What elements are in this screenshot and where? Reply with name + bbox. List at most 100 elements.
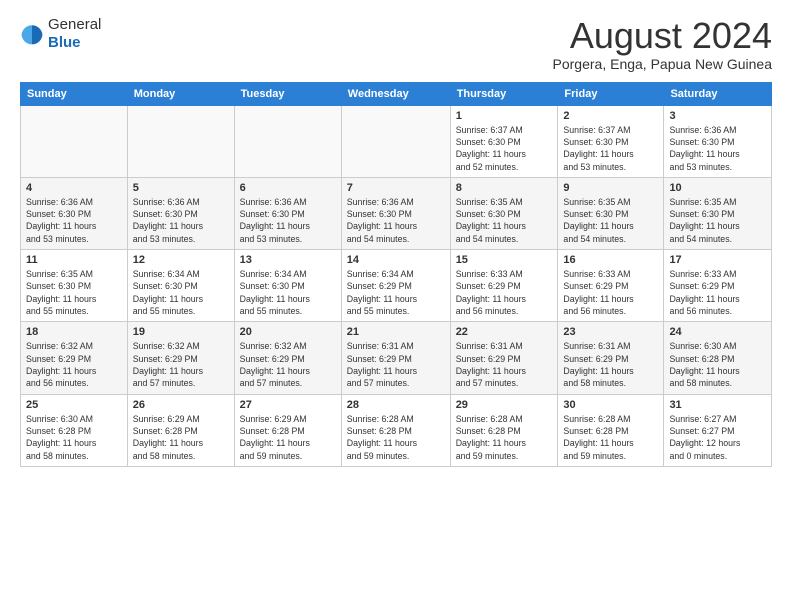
table-row: 15 Sunrise: 6:33 AM Sunset: 6:29 PM Dayli… — [450, 250, 558, 322]
table-row: 26 Sunrise: 6:29 AM Sunset: 6:28 PM Dayli… — [127, 394, 234, 466]
col-monday: Monday — [127, 82, 234, 105]
logo-blue: Blue — [48, 34, 101, 52]
day-number: 15 — [456, 254, 553, 266]
day-info: Sunrise: 6:36 AM Sunset: 6:30 PM Dayligh… — [133, 196, 229, 245]
table-row: 7 Sunrise: 6:36 AM Sunset: 6:30 PM Daylig… — [341, 177, 450, 249]
day-number: 18 — [26, 326, 122, 338]
day-info: Sunrise: 6:36 AM Sunset: 6:30 PM Dayligh… — [26, 196, 122, 245]
day-info: Sunrise: 6:36 AM Sunset: 6:30 PM Dayligh… — [347, 196, 445, 245]
day-info: Sunrise: 6:28 AM Sunset: 6:28 PM Dayligh… — [563, 413, 658, 462]
col-tuesday: Tuesday — [234, 82, 341, 105]
day-info: Sunrise: 6:32 AM Sunset: 6:29 PM Dayligh… — [26, 340, 122, 389]
day-number: 10 — [669, 182, 766, 194]
table-row: 25 Sunrise: 6:30 AM Sunset: 6:28 PM Dayli… — [21, 394, 128, 466]
table-row: 11 Sunrise: 6:35 AM Sunset: 6:30 PM Dayli… — [21, 250, 128, 322]
table-row: 22 Sunrise: 6:31 AM Sunset: 6:29 PM Dayli… — [450, 322, 558, 394]
day-info: Sunrise: 6:31 AM Sunset: 6:29 PM Dayligh… — [563, 340, 658, 389]
col-saturday: Saturday — [664, 82, 772, 105]
day-info: Sunrise: 6:35 AM Sunset: 6:30 PM Dayligh… — [456, 196, 553, 245]
calendar-week-row: 4Sunrise: 6:36 AM Sunset: 6:30 PM Daylig… — [21, 177, 772, 249]
day-info: Sunrise: 6:32 AM Sunset: 6:29 PM Dayligh… — [240, 340, 336, 389]
table-row: 3Sunrise: 6:36 AM Sunset: 6:30 PM Daylig… — [664, 105, 772, 177]
day-info: Sunrise: 6:31 AM Sunset: 6:29 PM Dayligh… — [347, 340, 445, 389]
table-row — [234, 105, 341, 177]
day-info: Sunrise: 6:35 AM Sunset: 6:30 PM Dayligh… — [26, 268, 122, 317]
calendar-week-row: 11 Sunrise: 6:35 AM Sunset: 6:30 PM Dayli… — [21, 250, 772, 322]
day-info: Sunrise: 6:28 AM Sunset: 6:28 PM Dayligh… — [347, 413, 445, 462]
day-info: Sunrise: 6:28 AM Sunset: 6:28 PM Dayligh… — [456, 413, 553, 462]
day-info: Sunrise: 6:36 AM Sunset: 6:30 PM Dayligh… — [669, 124, 766, 173]
day-number: 28 — [347, 399, 445, 411]
day-number: 11 — [26, 254, 122, 266]
day-info: Sunrise: 6:35 AM Sunset: 6:30 PM Dayligh… — [563, 196, 658, 245]
day-info: Sunrise: 6:34 AM Sunset: 6:30 PM Dayligh… — [133, 268, 229, 317]
table-row: 20 Sunrise: 6:32 AM Sunset: 6:29 PM Dayli… — [234, 322, 341, 394]
title-area: August 2024 Porgera, Enga, Papua New Gui… — [553, 16, 772, 72]
day-info: Sunrise: 6:33 AM Sunset: 6:29 PM Dayligh… — [669, 268, 766, 317]
day-number: 1 — [456, 110, 553, 122]
day-number: 20 — [240, 326, 336, 338]
table-row: 30 Sunrise: 6:28 AM Sunset: 6:28 PM Dayli… — [558, 394, 664, 466]
day-number: 6 — [240, 182, 336, 194]
day-number: 25 — [26, 399, 122, 411]
calendar-week-row: 1 Sunrise: 6:37 AM Sunset: 6:30 PM Daylig… — [21, 105, 772, 177]
day-info: Sunrise: 6:30 AM Sunset: 6:28 PM Dayligh… — [26, 413, 122, 462]
table-row: 4Sunrise: 6:36 AM Sunset: 6:30 PM Daylig… — [21, 177, 128, 249]
calendar-header-row: Sunday Monday Tuesday Wednesday Thursday… — [21, 82, 772, 105]
table-row: 17 Sunrise: 6:33 AM Sunset: 6:29 PM Dayli… — [664, 250, 772, 322]
day-info: Sunrise: 6:37 AM Sunset: 6:30 PM Dayligh… — [456, 124, 553, 173]
day-info: Sunrise: 6:33 AM Sunset: 6:29 PM Dayligh… — [456, 268, 553, 317]
day-number: 13 — [240, 254, 336, 266]
day-info: Sunrise: 6:31 AM Sunset: 6:29 PM Dayligh… — [456, 340, 553, 389]
page-header: General Blue August 2024 Porgera, Enga, … — [20, 16, 772, 72]
day-info: Sunrise: 6:33 AM Sunset: 6:29 PM Dayligh… — [563, 268, 658, 317]
table-row: 28 Sunrise: 6:28 AM Sunset: 6:28 PM Dayli… — [341, 394, 450, 466]
day-info: Sunrise: 6:34 AM Sunset: 6:29 PM Dayligh… — [347, 268, 445, 317]
day-number: 14 — [347, 254, 445, 266]
table-row: 1 Sunrise: 6:37 AM Sunset: 6:30 PM Daylig… — [450, 105, 558, 177]
table-row: 10 Sunrise: 6:35 AM Sunset: 6:30 PM Dayli… — [664, 177, 772, 249]
logo-icon — [20, 22, 44, 46]
calendar-week-row: 18 Sunrise: 6:32 AM Sunset: 6:29 PM Dayli… — [21, 322, 772, 394]
calendar-table: Sunday Monday Tuesday Wednesday Thursday… — [20, 82, 772, 467]
table-row: 2 Sunrise: 6:37 AM Sunset: 6:30 PM Daylig… — [558, 105, 664, 177]
table-row: 13 Sunrise: 6:34 AM Sunset: 6:30 PM Dayli… — [234, 250, 341, 322]
calendar-week-row: 25 Sunrise: 6:30 AM Sunset: 6:28 PM Dayli… — [21, 394, 772, 466]
day-number: 7 — [347, 182, 445, 194]
col-thursday: Thursday — [450, 82, 558, 105]
table-row: 8 Sunrise: 6:35 AM Sunset: 6:30 PM Daylig… — [450, 177, 558, 249]
table-row — [21, 105, 128, 177]
table-row: 14 Sunrise: 6:34 AM Sunset: 6:29 PM Dayli… — [341, 250, 450, 322]
col-sunday: Sunday — [21, 82, 128, 105]
day-number: 17 — [669, 254, 766, 266]
table-row: 31Sunrise: 6:27 AM Sunset: 6:27 PM Dayli… — [664, 394, 772, 466]
logo-text: General Blue — [48, 16, 101, 52]
day-info: Sunrise: 6:35 AM Sunset: 6:30 PM Dayligh… — [669, 196, 766, 245]
table-row: 9 Sunrise: 6:35 AM Sunset: 6:30 PM Daylig… — [558, 177, 664, 249]
col-wednesday: Wednesday — [341, 82, 450, 105]
day-info: Sunrise: 6:37 AM Sunset: 6:30 PM Dayligh… — [563, 124, 658, 173]
day-number: 23 — [563, 326, 658, 338]
day-info: Sunrise: 6:36 AM Sunset: 6:30 PM Dayligh… — [240, 196, 336, 245]
day-number: 24 — [669, 326, 766, 338]
day-number: 9 — [563, 182, 658, 194]
day-number: 16 — [563, 254, 658, 266]
col-friday: Friday — [558, 82, 664, 105]
day-number: 30 — [563, 399, 658, 411]
table-row — [127, 105, 234, 177]
logo: General Blue — [20, 16, 101, 52]
table-row: 12Sunrise: 6:34 AM Sunset: 6:30 PM Dayli… — [127, 250, 234, 322]
day-number: 2 — [563, 110, 658, 122]
day-number: 8 — [456, 182, 553, 194]
table-row: 18 Sunrise: 6:32 AM Sunset: 6:29 PM Dayli… — [21, 322, 128, 394]
day-info: Sunrise: 6:34 AM Sunset: 6:30 PM Dayligh… — [240, 268, 336, 317]
logo-general: General — [48, 16, 101, 34]
day-info: Sunrise: 6:29 AM Sunset: 6:28 PM Dayligh… — [133, 413, 229, 462]
day-number: 5 — [133, 182, 229, 194]
day-info: Sunrise: 6:32 AM Sunset: 6:29 PM Dayligh… — [133, 340, 229, 389]
table-row: 29 Sunrise: 6:28 AM Sunset: 6:28 PM Dayli… — [450, 394, 558, 466]
day-number: 22 — [456, 326, 553, 338]
day-number: 21 — [347, 326, 445, 338]
day-number: 26 — [133, 399, 229, 411]
day-number: 29 — [456, 399, 553, 411]
